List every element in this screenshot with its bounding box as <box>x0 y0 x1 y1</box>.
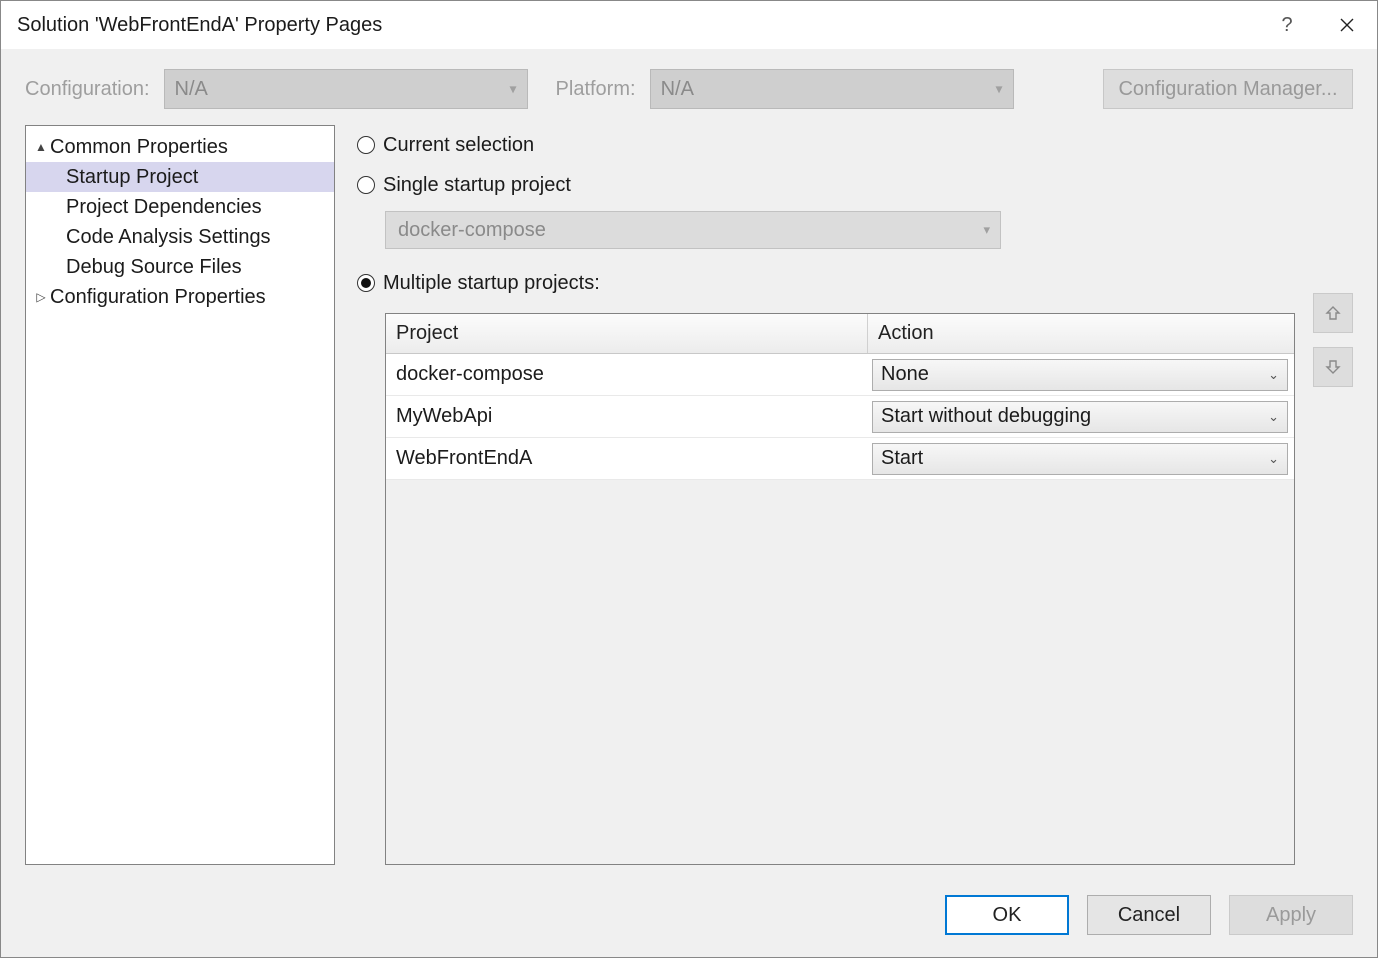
reorder-buttons <box>1313 289 1353 387</box>
tree-item-debug-source-files[interactable]: Debug Source Files <box>26 252 334 282</box>
table-row[interactable]: docker-compose None ⌄ <box>386 354 1294 396</box>
apply-button: Apply <box>1229 895 1353 935</box>
configuration-value: N/A <box>175 78 208 101</box>
action-combo[interactable]: Start ⌄ <box>872 443 1288 475</box>
cell-project: docker-compose <box>386 354 868 395</box>
chevron-down-icon: ⌄ <box>1268 451 1279 467</box>
chevron-down-icon: ⌄ <box>1268 409 1279 425</box>
column-header-action[interactable]: Action <box>868 314 1294 353</box>
dialog-footer: OK Cancel Apply <box>1 881 1377 957</box>
radio-icon[interactable] <box>357 274 375 292</box>
cancel-button[interactable]: Cancel <box>1087 895 1211 935</box>
configuration-combo: N/A ▾ <box>164 69 528 109</box>
column-header-project[interactable]: Project <box>386 314 868 353</box>
startup-panel: Current selection Single startup project… <box>357 125 1353 865</box>
platform-value: N/A <box>661 78 694 101</box>
tree-node-configuration-properties[interactable]: ▷ Configuration Properties <box>26 282 334 312</box>
radio-single-startup[interactable]: Single startup project <box>357 169 1295 201</box>
move-down-button[interactable] <box>1313 347 1353 387</box>
chevron-down-icon: ▾ <box>996 81 1003 98</box>
move-up-button[interactable] <box>1313 293 1353 333</box>
cell-project: MyWebApi <box>386 396 868 437</box>
radio-icon[interactable] <box>357 136 375 154</box>
arrow-down-icon <box>1325 359 1341 375</box>
grid-body: docker-compose None ⌄ MyWebApi <box>386 354 1294 864</box>
tree-node-common-properties[interactable]: ▲ Common Properties <box>26 132 334 162</box>
chevron-down-icon: ⌄ <box>1268 367 1279 383</box>
radio-icon[interactable] <box>357 176 375 194</box>
action-combo[interactable]: None ⌄ <box>872 359 1288 391</box>
platform-label: Platform: <box>556 78 636 101</box>
configuration-row: Configuration: N/A ▾ Platform: N/A ▾ Con… <box>1 49 1377 125</box>
close-icon <box>1340 18 1354 32</box>
table-row[interactable]: WebFrontEndA Start ⌄ <box>386 438 1294 480</box>
configuration-manager-button: Configuration Manager... <box>1103 69 1353 109</box>
tree-item-code-analysis-settings[interactable]: Code Analysis Settings <box>26 222 334 252</box>
tree-item-project-dependencies[interactable]: Project Dependencies <box>26 192 334 222</box>
grid-header: Project Action <box>386 314 1294 354</box>
startup-projects-grid[interactable]: Project Action docker-compose None ⌄ <box>385 313 1295 865</box>
close-button[interactable] <box>1317 1 1377 49</box>
platform-combo: N/A ▾ <box>650 69 1014 109</box>
single-startup-combo: docker-compose ▾ <box>385 211 1001 249</box>
expander-expanded-icon[interactable]: ▷ <box>32 290 50 304</box>
help-button[interactable]: ? <box>1257 1 1317 49</box>
cell-project: WebFrontEndA <box>386 438 868 479</box>
property-tree[interactable]: ▲ Common Properties Startup Project Proj… <box>25 125 335 865</box>
action-combo[interactable]: Start without debugging ⌄ <box>872 401 1288 433</box>
tree-item-startup-project[interactable]: Startup Project <box>26 162 334 192</box>
window-title: Solution 'WebFrontEndA' Property Pages <box>17 14 1257 37</box>
title-bar: Solution 'WebFrontEndA' Property Pages ? <box>1 1 1377 49</box>
configuration-label: Configuration: <box>25 78 150 101</box>
radio-multiple-startup[interactable]: Multiple startup projects: <box>357 267 1295 299</box>
expander-collapsed-icon[interactable]: ▲ <box>32 140 50 154</box>
ok-button[interactable]: OK <box>945 895 1069 935</box>
table-row[interactable]: MyWebApi Start without debugging ⌄ <box>386 396 1294 438</box>
chevron-down-icon: ▾ <box>510 81 517 98</box>
radio-current-selection[interactable]: Current selection <box>357 129 1295 161</box>
chevron-down-icon: ▾ <box>983 222 990 238</box>
arrow-up-icon <box>1325 305 1341 321</box>
content-area: ▲ Common Properties Startup Project Proj… <box>1 125 1377 881</box>
